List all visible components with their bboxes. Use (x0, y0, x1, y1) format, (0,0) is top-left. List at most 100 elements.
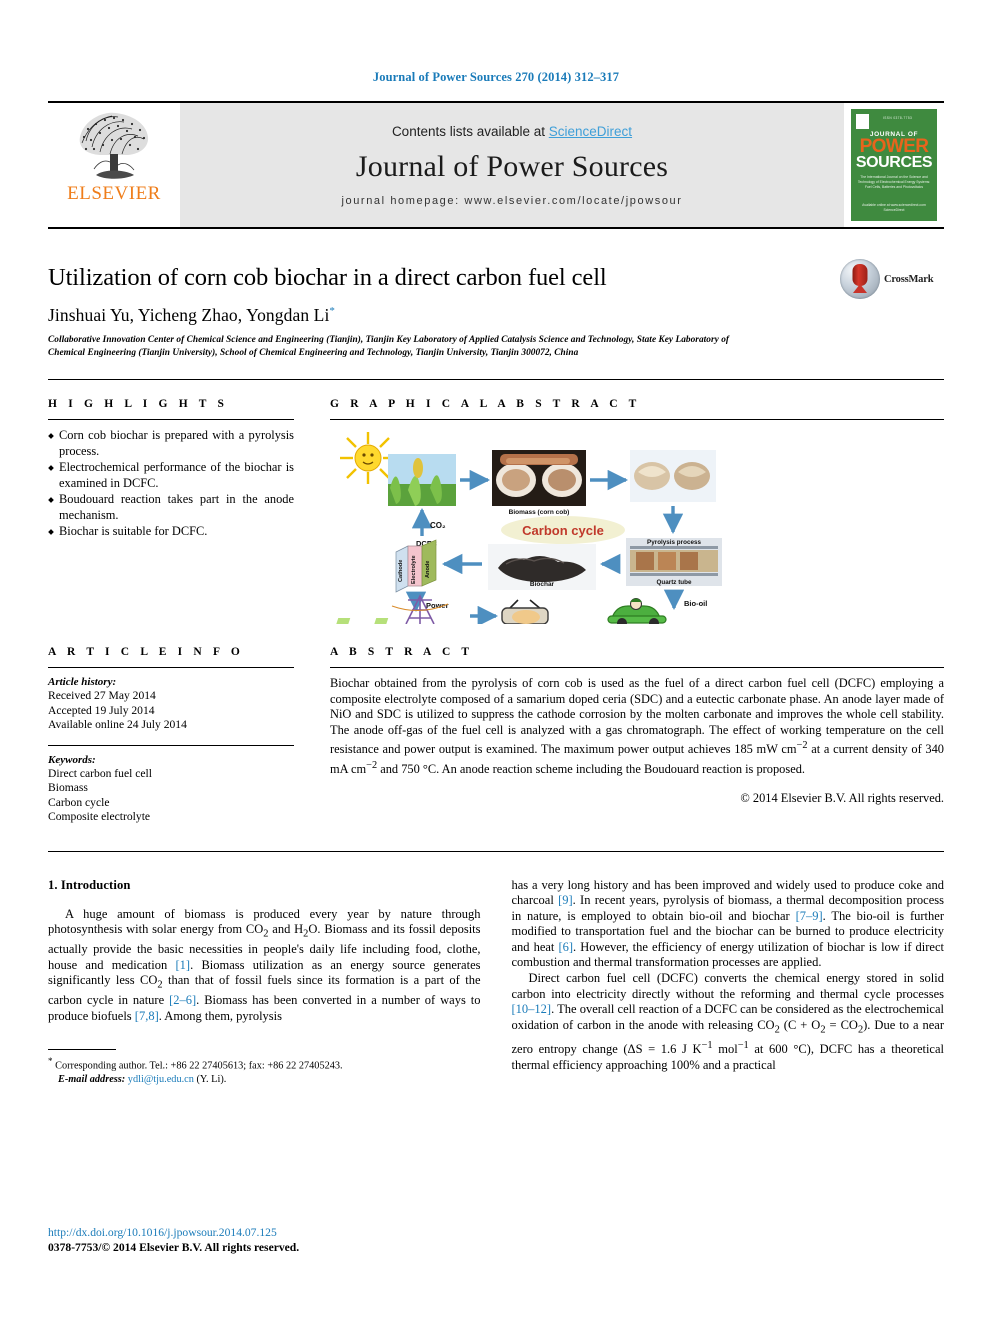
abstract-copyright: © 2014 Elsevier B.V. All rights reserved… (740, 790, 944, 805)
intro-paragraph-2: has a very long history and has been imp… (512, 878, 945, 972)
graphical-abstract-figure: Biomass (corn cob) CO₂ Carbon cycle DCFC… (330, 428, 944, 624)
divider-above-body (48, 850, 944, 852)
journal-title: Journal of Power Sources (355, 149, 669, 183)
corresponding-author-marker[interactable]: * (329, 305, 335, 317)
sciencedirect-link[interactable]: ScienceDirect (549, 124, 632, 139)
keyword-item: Composite electrolyte (48, 810, 151, 823)
dcfc-cell-drawing: Cathode Electrolyte Anode (395, 539, 437, 593)
label-co2: CO₂ (430, 521, 446, 530)
intro-paragraph-1: A huge amount of biomass is produced eve… (48, 907, 481, 1025)
journal-masthead: ELSEVIER Contents lists available at Sci… (48, 101, 944, 229)
svg-text:Cathode: Cathode (398, 560, 404, 582)
citation-ref-1[interactable]: [1] (176, 958, 191, 972)
email-link[interactable]: ydli@tju.edu.cn (128, 1074, 194, 1085)
green-car-icon (607, 598, 667, 624)
highlights-panel: H I G H L I G H T S Corn cob biochar is … (48, 398, 294, 624)
highlights-divider (48, 419, 294, 420)
article-info-heading: A R T I C L E I N F O (48, 646, 244, 658)
list-item: Corn cob biochar is prepared with a pyro… (48, 428, 294, 459)
issn-copyright: 0378-7753/© 2014 Elsevier B.V. All right… (48, 1241, 300, 1254)
author-affiliation: Collaborative Innovation Center of Chemi… (48, 335, 730, 358)
intro-p3-part-b: . The overall cell reaction of a DCFC ca… (511, 1002, 945, 1072)
journal-homepage[interactable]: journal homepage: www.elsevier.com/locat… (341, 195, 682, 207)
highlights-heading: H I G H L I G H T S (48, 398, 229, 410)
list-item: Biochar is suitable for DCFC. (48, 524, 294, 540)
list-item: Boudouard reaction takes part in the ano… (48, 492, 294, 523)
section-title-introduction: 1. Introduction (48, 877, 131, 892)
doi-link[interactable]: http://dx.doi.org/10.1016/j.jpowsour.201… (48, 1225, 488, 1240)
keyword-item: Biomass (48, 781, 88, 794)
journal-cover-art: ISSN 0378-7753 JOURNAL OF POWER SOURCES … (851, 109, 937, 221)
pylon-field-right (374, 618, 389, 624)
crossmark-pill-shape (852, 264, 868, 286)
divider-above-panels (48, 379, 944, 380)
article-title: Utilization of corn cob biochar in a dir… (48, 264, 607, 291)
article-history-block: Article history: Received 27 May 2014 Ac… (48, 676, 294, 733)
label-biomass: Biomass (corn cob) (509, 509, 570, 516)
footnote-corresponding-text: Corresponding author. Tel.: +86 22 27405… (52, 1060, 343, 1072)
citation-ref-7-9[interactable]: [7–9] (796, 909, 823, 923)
article-info-panel: A R T I C L E I N F O Article history: R… (48, 646, 294, 825)
label-pyrolysis: Pyrolysis process (647, 539, 701, 546)
article-history-label: Article history: (48, 676, 117, 688)
article-history-online: Available online 24 July 2014 (48, 718, 187, 731)
biomass-corn-cob-photo (492, 450, 586, 506)
keyword-item: Direct carbon fuel cell (48, 766, 152, 780)
intro-p3-part-a: Direct carbon fuel cell (DCFC) converts … (511, 971, 945, 1001)
body-column-left: 1. Introduction A huge amount of biomass… (48, 878, 481, 1087)
crossmark-icon (840, 259, 880, 299)
title-block: Utilization of corn cob biochar in a dir… (48, 259, 944, 359)
label-biochar: Biochar (530, 581, 555, 588)
author-list: Jinshuai Yu, Yicheng Zhao, Yongdan Li* (48, 305, 944, 326)
keywords-block: Keywords: Direct carbon fuel cell Biomas… (48, 754, 294, 825)
keywords-label: Keywords: (48, 753, 96, 766)
abstract-divider (330, 667, 944, 668)
intro-p1-part-d: . Among them, pyrolysis (158, 1009, 283, 1024)
television-icon (501, 599, 549, 624)
label-bio-oil: Bio-oil (684, 599, 707, 608)
graphical-abstract-divider (330, 419, 944, 420)
citation-ref-9[interactable]: [9] (558, 893, 573, 907)
citation-ref-10-12[interactable]: [10–12] (512, 1002, 552, 1016)
author-names: Jinshuai Yu, Yicheng Zhao, Yongdan Li (48, 305, 330, 325)
article-info-divider (48, 667, 294, 668)
footnote-divider (48, 1048, 116, 1050)
graphical-abstract-heading: G R A P H I C A L A B S T R A C T (330, 398, 641, 410)
pylon-field-left (336, 618, 351, 624)
cover-line-sources: SOURCES (855, 154, 933, 171)
graphical-abstract-panel: G R A P H I C A L A B S T R A C T Biomas… (330, 398, 944, 624)
abstract-heading: A B S T R A C T (330, 646, 474, 658)
cover-subtitle: The International Journal on the Science… (857, 175, 931, 189)
svg-text:Anode: Anode (425, 561, 431, 578)
intro-p2-part-d: . However, the efficiency of energy util… (511, 939, 945, 970)
svg-text:Electrolyte: Electrolyte (411, 555, 417, 584)
contents-prefix: Contents lists available at (391, 123, 549, 139)
cover-elsevier-mark (856, 114, 869, 129)
abstract-panel: A B S T R A C T Biochar obtained from th… (330, 646, 944, 825)
article-history-received: Received 27 May 2014 (48, 689, 156, 702)
crossmark-label: CrossMark (884, 273, 934, 285)
highlights-list: Corn cob biochar is prepared with a pyro… (48, 428, 294, 540)
label-carbon-cycle: Carbon cycle (522, 523, 604, 538)
highlights-and-graphical-abstract: H I G H L I G H T S Corn cob biochar is … (48, 398, 944, 624)
citation-ref-6[interactable]: [6] (558, 940, 573, 954)
citation-ref-7-8[interactable]: [7,8] (135, 1009, 159, 1023)
label-quartz-tube: Quartz tube (657, 579, 692, 586)
page-footer: http://dx.doi.org/10.1016/j.jpowsour.201… (48, 1225, 488, 1255)
keyword-item: Carbon cycle (48, 795, 110, 809)
elsevier-wordmark: ELSEVIER (67, 183, 161, 204)
cover-footer: Available online at www.sciencedirect.co… (862, 203, 926, 212)
abstract-text: Biochar obtained from the pyrolysis of c… (330, 676, 944, 777)
citation-ref-2-6[interactable]: [2–6] (169, 993, 196, 1007)
journal-cover-thumbnail: ISSN 0378-7753 JOURNAL OF POWER SOURCES … (844, 103, 944, 227)
masthead-center: Contents lists available at ScienceDirec… (180, 103, 844, 227)
elsevier-tree-icon (79, 112, 149, 179)
cover-issn: ISSN 0378-7753 (883, 116, 913, 120)
crossmark-badge[interactable]: CrossMark (840, 257, 944, 301)
intro-paragraph-3: Direct carbon fuel cell (DCFC) converts … (512, 971, 945, 1073)
email-owner: (Y. Li). (196, 1073, 227, 1085)
dried-cob-photo (630, 450, 716, 502)
carbon-cycle-diagram: Biomass (corn cob) CO₂ Carbon cycle DCFC… (336, 432, 722, 624)
body-column-right: has a very long history and has been imp… (512, 878, 945, 1087)
crossmark-triangle-shape (853, 284, 867, 293)
